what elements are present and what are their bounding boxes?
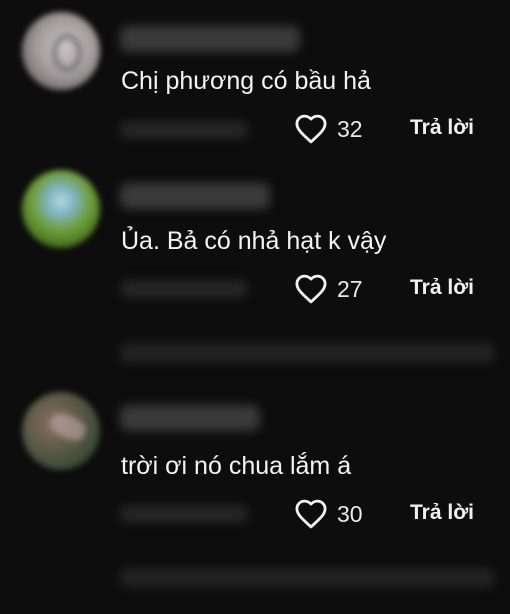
reply-button[interactable]: Trả lời	[410, 499, 474, 527]
reply-button[interactable]: Trả lời	[410, 274, 474, 302]
like-count: 30	[337, 500, 363, 527]
username-blurred[interactable]	[120, 405, 260, 431]
view-replies-blurred[interactable]	[120, 568, 495, 588]
like-count: 27	[337, 275, 363, 302]
comment-text: Ủa. Bả có nhả hạt k vậy	[121, 227, 387, 255]
comment-meta-blurred	[120, 280, 248, 298]
heart-icon	[295, 274, 327, 304]
username-blurred[interactable]	[120, 26, 300, 52]
avatar[interactable]	[22, 392, 100, 470]
like-button[interactable]: 27	[294, 273, 363, 304]
comment-meta-blurred	[120, 121, 248, 139]
avatar[interactable]	[22, 170, 100, 248]
like-count: 32	[337, 115, 363, 142]
like-button[interactable]: 32	[294, 113, 363, 144]
username-blurred[interactable]	[120, 183, 270, 209]
comment-text: Chị phương có bầu hả	[121, 67, 371, 95]
comment-meta-blurred	[120, 505, 248, 523]
heart-icon	[295, 499, 327, 529]
view-replies-blurred[interactable]	[120, 343, 495, 363]
comment-text: trời ơi nó chua lắm á	[121, 452, 352, 480]
heart-icon	[295, 114, 327, 144]
reply-button[interactable]: Trả lời	[410, 114, 474, 142]
like-button[interactable]: 30	[294, 498, 363, 529]
avatar[interactable]	[22, 12, 100, 90]
